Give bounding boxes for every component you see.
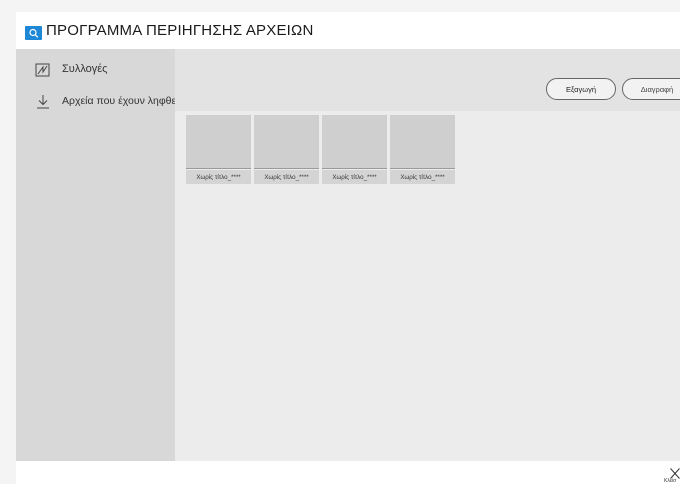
close-label: Κλείσ xyxy=(664,478,677,484)
toolbar: Εξαγωγή Διαγραφή xyxy=(175,49,680,111)
close-button[interactable]: Κλείσ xyxy=(664,466,680,484)
export-button[interactable]: Εξαγωγή xyxy=(546,78,616,100)
main-content: Εξαγωγή Διαγραφή Χωρίς τίτλο_**** Χωρίς … xyxy=(175,49,680,461)
file-card[interactable]: Χωρίς τίτλο_**** xyxy=(186,115,251,185)
sidebar-item-label: Συλλογές xyxy=(62,63,108,75)
file-caption: Χωρίς τίτλο_**** xyxy=(254,170,319,184)
sidebar: Συλλογές Αρχεία που έχουν ληφθεί xyxy=(16,49,179,461)
title-bar: ΠΡΟΓΡΑΜΜΑ ΠΕΡΙΗΓΗΣΗΣ ΑΡΧΕΙΩΝ xyxy=(16,12,680,49)
file-caption: Χωρίς τίτλο_**** xyxy=(186,170,251,184)
file-thumbnail xyxy=(254,115,319,169)
delete-button[interactable]: Διαγραφή xyxy=(622,78,680,100)
file-card[interactable]: Χωρίς τίτλο_**** xyxy=(390,115,455,185)
file-card[interactable]: Χωρίς τίτλο_**** xyxy=(322,115,387,185)
file-caption: Χωρίς τίτλο_**** xyxy=(390,170,455,184)
file-browser-window: ΠΡΟΓΡΑΜΜΑ ΠΕΡΙΗΓΗΣΗΣ ΑΡΧΕΙΩΝ Συλλογές Αρ… xyxy=(16,12,680,484)
sidebar-item-label: Αρχεία που έχουν ληφθεί xyxy=(62,95,179,107)
file-thumbnail xyxy=(390,115,455,169)
file-thumbnail xyxy=(322,115,387,169)
file-thumbnail xyxy=(186,115,251,169)
sidebar-item-downloads[interactable]: Αρχεία που έχουν ληφθεί xyxy=(16,89,179,115)
collections-icon xyxy=(34,61,52,79)
download-icon xyxy=(34,93,52,111)
folder-search-icon xyxy=(25,26,42,40)
file-caption: Χωρίς τίτλο_**** xyxy=(322,170,387,184)
file-card[interactable]: Χωρίς τίτλο_**** xyxy=(254,115,319,185)
app-title: ΠΡΟΓΡΑΜΜΑ ΠΕΡΙΗΓΗΣΗΣ ΑΡΧΕΙΩΝ xyxy=(46,22,314,39)
footer-bar: Κλείσ xyxy=(16,461,680,484)
sidebar-item-collections[interactable]: Συλλογές xyxy=(16,57,175,83)
